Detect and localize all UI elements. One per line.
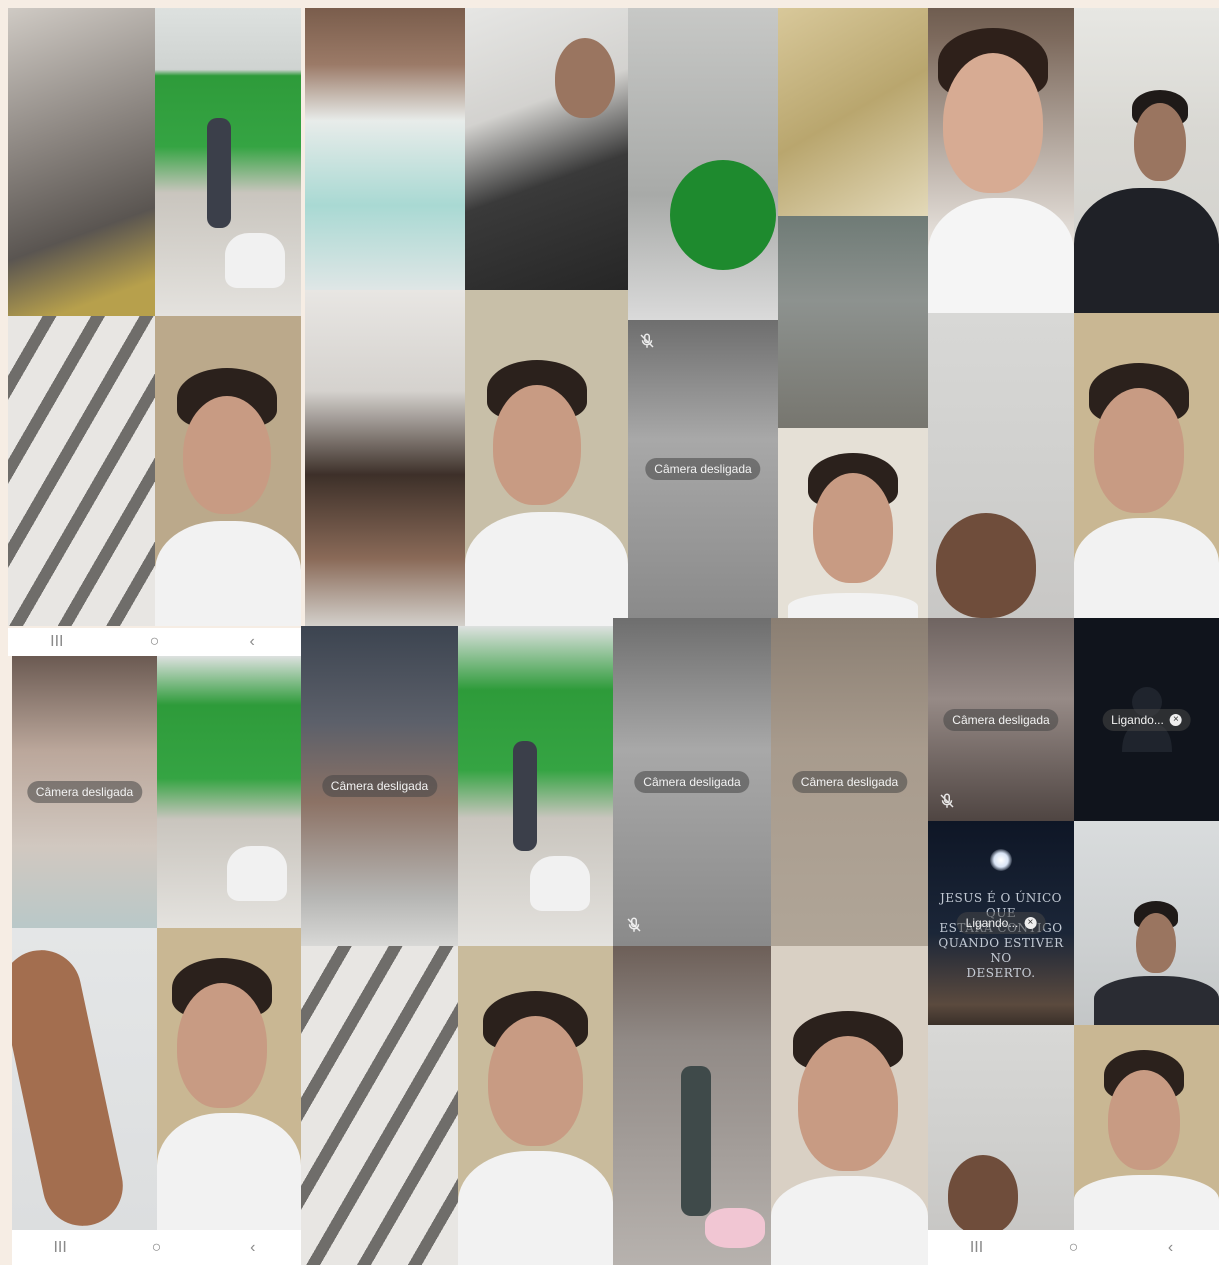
android-navbar-2: III ○ ‹ [12, 1230, 301, 1265]
participant-tile-host-7[interactable] [771, 946, 928, 1265]
participant-tile-wall-boy[interactable] [928, 313, 1074, 618]
participant-tile-calling-2[interactable]: JESUS É O ÚNICO QUE ESTARÁ CONTIGO QUAND… [928, 821, 1074, 1025]
participant-tile-floor-top[interactable] [8, 8, 155, 316]
participant-tile-host-8[interactable] [1074, 1025, 1219, 1230]
back-icon[interactable]: ‹ [233, 1239, 273, 1257]
participant-tile-green-room-3[interactable] [458, 626, 613, 946]
participant-tile-boy-hoodie[interactable] [1074, 821, 1219, 1025]
close-icon[interactable]: × [1169, 713, 1182, 726]
participant-tile-host-4[interactable] [1074, 313, 1219, 618]
calling-label: Ligando... × [1102, 708, 1191, 731]
participant-tile-camera-off-6[interactable]: Câmera desligada [928, 618, 1074, 821]
participant-tile-camera-off-2[interactable]: Câmera desligada [12, 656, 157, 928]
participant-tile-host-3[interactable] [778, 428, 928, 618]
participant-tile-ceiling-2[interactable] [301, 946, 458, 1265]
android-navbar-3: III ○ ‹ [928, 1230, 1219, 1265]
camera-off-label: Câmera desligada [791, 771, 908, 793]
participant-tile-green-bucket[interactable] [628, 8, 778, 320]
back-icon[interactable]: ‹ [1151, 1239, 1191, 1257]
participant-tile-dim-room[interactable] [778, 216, 928, 428]
participant-tile-blur-yellow[interactable] [778, 8, 928, 216]
mic-off-icon [627, 917, 641, 932]
back-icon[interactable]: ‹ [232, 633, 272, 651]
participant-tile-camera-off-5[interactable]: Câmera desligada [771, 618, 928, 946]
participant-tile-camera-off-4[interactable]: Câmera desligada [613, 618, 771, 946]
home-icon[interactable]: ○ [134, 633, 174, 651]
participant-tile-host-6[interactable] [458, 946, 613, 1265]
participant-tile-teen-white-shirt[interactable] [305, 8, 465, 290]
participant-tile-host-5[interactable] [157, 928, 301, 1230]
camera-off-label: Câmera desligada [26, 781, 143, 803]
participant-tile-blurred-boy[interactable] [305, 290, 465, 626]
participant-tile-boy-dark-shirt[interactable] [465, 8, 628, 290]
participant-tile-wall-boy-2[interactable] [928, 1025, 1074, 1230]
recent-apps-icon[interactable]: III [37, 633, 77, 651]
participant-tile-green-room-2[interactable] [157, 656, 301, 928]
quote-text: JESUS É O ÚNICO QUE ESTARÁ CONTIGO QUAND… [938, 891, 1064, 980]
participant-tile-boy-adidas[interactable] [1074, 8, 1219, 313]
moon-image [990, 849, 1012, 871]
recent-apps-icon[interactable]: III [957, 1239, 997, 1257]
recent-apps-icon[interactable]: III [40, 1239, 80, 1257]
mic-off-icon [940, 793, 954, 808]
close-icon[interactable]: × [1024, 917, 1037, 929]
camera-off-label: Câmera desligada [321, 775, 438, 797]
calling-label: Ligando... × [956, 912, 1046, 934]
participant-tile-leg[interactable] [12, 928, 157, 1230]
android-navbar-1: III ○ ‹ [8, 628, 301, 656]
camera-off-label: Câmera desligada [645, 458, 761, 480]
participant-tile-ceiling[interactable] [8, 316, 155, 626]
participant-tile-host-2[interactable] [465, 290, 628, 626]
participant-tile-camera-off-1[interactable]: Câmera desligada [628, 320, 778, 618]
camera-off-label: Câmera desligada [943, 708, 1059, 731]
home-icon[interactable]: ○ [1054, 1239, 1094, 1257]
participant-tile-host[interactable] [155, 316, 301, 626]
participant-tile-green-room[interactable] [155, 8, 301, 316]
participant-tile-feet[interactable] [613, 946, 771, 1265]
participant-tile-teen-smiling[interactable] [928, 8, 1074, 313]
participant-tile-camera-off-3[interactable]: Câmera desligada [301, 626, 458, 946]
participant-tile-calling-1[interactable]: Ligando... × [1074, 618, 1219, 821]
camera-off-label: Câmera desligada [634, 771, 750, 793]
home-icon[interactable]: ○ [136, 1239, 176, 1257]
mic-off-icon [640, 333, 654, 348]
